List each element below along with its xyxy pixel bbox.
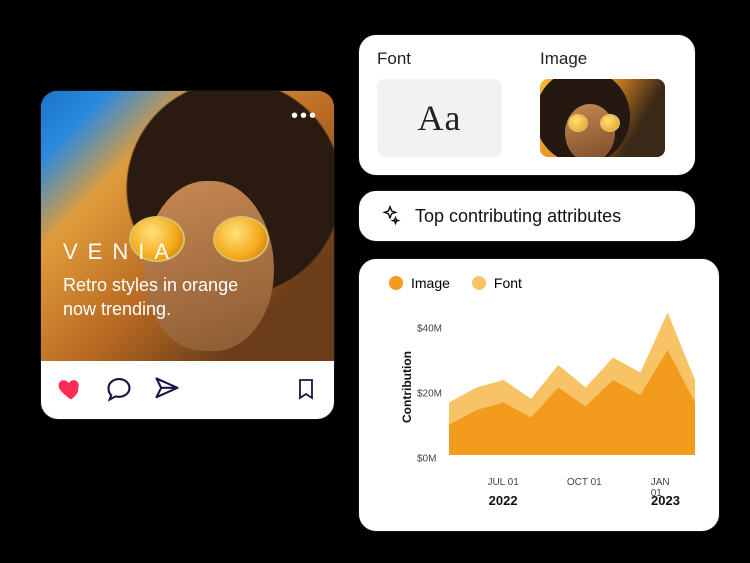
font-label: Font (377, 49, 514, 69)
font-preview[interactable]: Aa (377, 79, 502, 157)
chart-legend: Image Font (377, 275, 701, 291)
bookmark-icon[interactable] (294, 375, 318, 403)
legend-font: Font (472, 275, 522, 291)
legend-label-font: Font (494, 275, 522, 291)
image-preview[interactable] (540, 79, 665, 157)
post-tagline: Retro styles in orange now trending. (63, 273, 263, 322)
attributes-title: Top contributing attributes (415, 206, 621, 227)
year-label-right: 2023 (651, 493, 680, 508)
post-overlay: VENIA Retro styles in orange now trendin… (63, 239, 263, 322)
comment-icon[interactable] (105, 375, 133, 403)
heart-icon[interactable] (57, 375, 85, 403)
y-tick: $40M (417, 324, 442, 335)
y-tick: $20M (417, 389, 442, 400)
year-label-left: 2022 (489, 493, 518, 508)
sparkle-icon (379, 205, 401, 227)
brand-name: VENIA (63, 239, 263, 265)
more-icon[interactable]: ••• (291, 105, 318, 128)
post-image: ••• VENIA Retro styles in orange now tre… (41, 91, 334, 361)
legend-image: Image (389, 275, 450, 291)
font-image-card: Font Aa Image (358, 34, 696, 176)
attributes-card[interactable]: Top contributing attributes (358, 190, 696, 242)
image-label: Image (540, 49, 677, 69)
share-icon[interactable] (153, 375, 181, 403)
x-axis: JUL 01 OCT 01 JAN 01 2022 2023 (449, 477, 695, 511)
x-tick: JUL 01 (487, 477, 518, 488)
chart-body: Contribution $40M $20M $0M (377, 297, 701, 477)
x-tick: OCT 01 (567, 477, 602, 488)
post-actions (41, 361, 334, 419)
legend-label-image: Image (411, 275, 450, 291)
image-column: Image (540, 49, 677, 157)
legend-swatch-font (472, 276, 486, 290)
legend-swatch-image (389, 276, 403, 290)
chart-plot (449, 305, 695, 455)
chart-card: Image Font Contribution $40M $20M $0M JU… (358, 258, 720, 532)
font-column: Font Aa (377, 49, 514, 157)
y-tick: $0M (417, 454, 436, 465)
y-axis-label: Contribution (400, 351, 414, 423)
social-post-card: ••• VENIA Retro styles in orange now tre… (40, 90, 335, 420)
